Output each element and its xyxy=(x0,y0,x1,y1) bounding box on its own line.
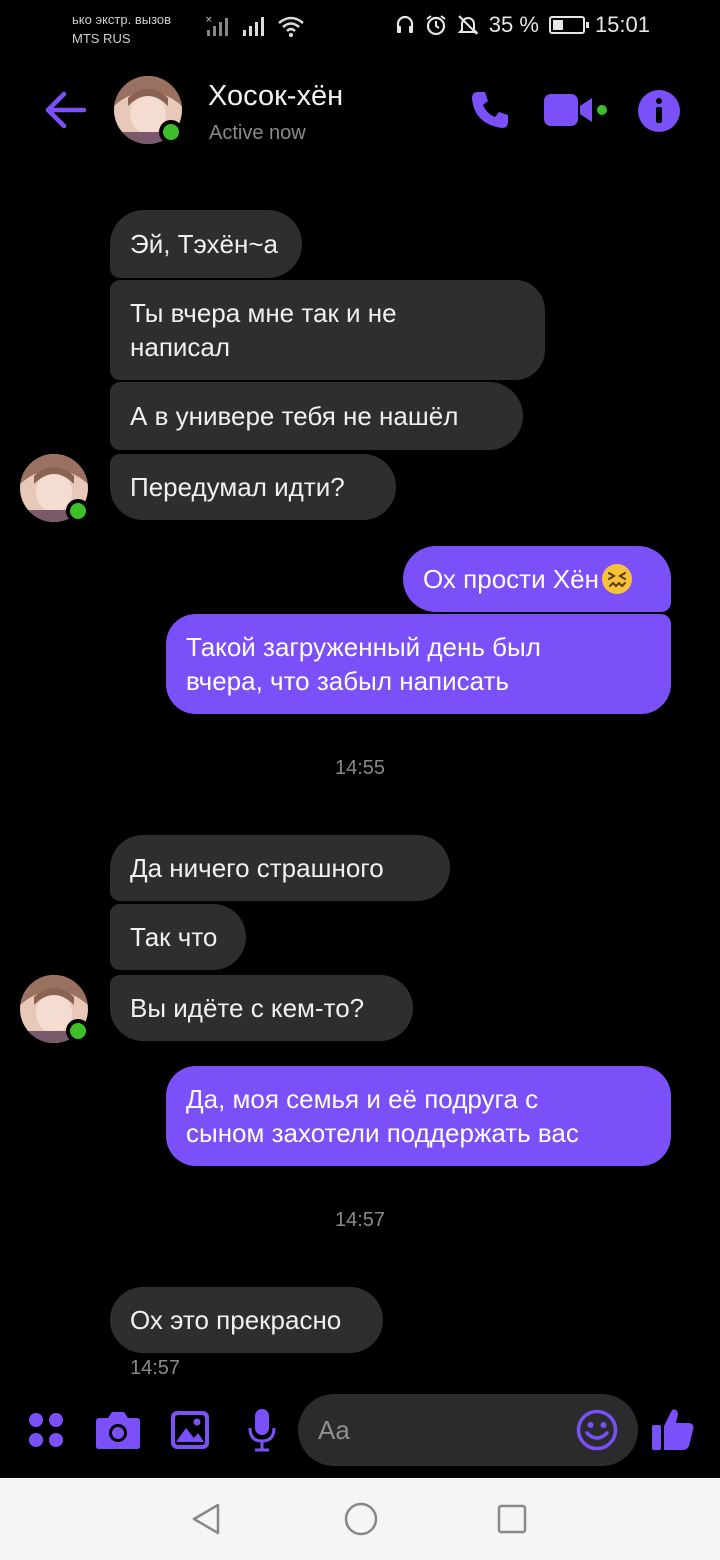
online-indicator xyxy=(66,499,90,523)
conversation-header: Хосок-хён Active now xyxy=(0,56,720,166)
timestamp: 14:57 xyxy=(334,1209,386,1231)
outgoing-message[interactable]: Такой загруженный день был вчера, что за… xyxy=(166,614,671,714)
carrier-line-1: ько экстр. вызов xyxy=(72,12,172,27)
signal-no-sim-icon: × xyxy=(205,15,228,36)
battery-percent: 35 % xyxy=(488,12,539,37)
online-indicator xyxy=(66,1019,90,1043)
info-icon[interactable] xyxy=(637,89,681,133)
alarm-icon xyxy=(426,15,446,36)
notifications-off-icon xyxy=(457,15,479,35)
recents-square-icon[interactable] xyxy=(496,1503,528,1535)
incoming-message[interactable]: Так что xyxy=(110,904,246,970)
back-triangle-icon[interactable] xyxy=(190,1502,222,1536)
clock: 15:01 xyxy=(594,12,650,37)
timestamp: 14:55 xyxy=(334,757,386,779)
battery-icon xyxy=(548,16,589,34)
carrier-info: ько экстр. вызов MTS RUS xyxy=(72,10,171,48)
incoming-message[interactable]: Да ничего страшного xyxy=(110,835,450,901)
status-bar: ько экстр. вызов MTS RUS × 35 % 15:01 xyxy=(0,0,720,56)
system-navigation-bar xyxy=(0,1478,720,1560)
confounded-face-emoji-icon xyxy=(601,564,632,594)
outgoing-message[interactable]: Да, моя семья и её подруга с сыном захот… xyxy=(166,1066,671,1166)
video-call-icon[interactable] xyxy=(544,92,596,128)
gallery-icon[interactable] xyxy=(170,1410,210,1450)
camera-icon[interactable] xyxy=(95,1410,141,1450)
outgoing-message[interactable]: Ох прости Хён xyxy=(403,546,671,612)
incoming-message[interactable]: Эй, Тэхён~а xyxy=(110,210,302,278)
back-arrow-icon[interactable] xyxy=(44,90,86,130)
emoji-icon[interactable] xyxy=(576,1409,618,1451)
incoming-message[interactable]: Вы идёте с кем-то? xyxy=(110,975,413,1041)
message-composer: Aa xyxy=(0,1388,720,1478)
contact-status: Active now xyxy=(209,122,306,144)
microphone-icon[interactable] xyxy=(247,1408,277,1452)
carrier-line-2: MTS RUS xyxy=(72,31,131,46)
incoming-message[interactable]: Ох это прекрасно xyxy=(110,1287,383,1353)
apps-icon[interactable] xyxy=(28,1412,64,1448)
incoming-message[interactable]: Ты вчера мне так и не написал xyxy=(110,280,545,380)
video-active-dot xyxy=(595,103,609,117)
wifi-icon xyxy=(278,16,304,37)
home-circle-icon[interactable] xyxy=(343,1501,379,1537)
outgoing-message-text: Ох прости Хён xyxy=(423,564,599,594)
svg-text:×: × xyxy=(205,15,213,25)
incoming-message[interactable]: А в универе тебя не нашёл xyxy=(110,382,523,450)
incoming-message[interactable]: Передумал идти? xyxy=(110,454,396,520)
signal-strength-icon xyxy=(243,17,264,36)
online-indicator xyxy=(159,120,183,144)
phone-call-icon[interactable] xyxy=(468,88,512,132)
message-input-placeholder: Aa xyxy=(318,1414,350,1445)
headset-icon xyxy=(396,15,413,33)
thumbs-up-icon[interactable] xyxy=(650,1406,696,1452)
contact-name[interactable]: Хосок-хён xyxy=(208,80,343,113)
message-time: 14:57 xyxy=(130,1357,181,1379)
signal-icons: × xyxy=(205,14,305,38)
status-right: 35 % 15:01 xyxy=(395,12,650,38)
